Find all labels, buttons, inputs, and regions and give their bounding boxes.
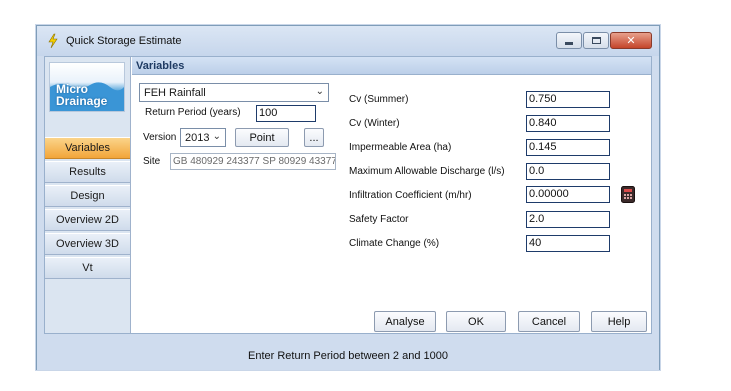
close-button[interactable]: ✕ — [610, 32, 652, 49]
maximize-icon — [591, 37, 601, 44]
quick-storage-estimate-window: Quick Storage Estimate ✕ Micro Drainage … — [36, 25, 660, 370]
window-controls: ✕ — [555, 32, 652, 49]
infiltration-coefficient-label: Infiltration Coefficient (m/hr) — [349, 190, 472, 201]
minimize-icon — [565, 42, 573, 45]
dialog-body: Micro Drainage Variables Results Design … — [44, 56, 652, 334]
cv-summer-label: Cv (Summer) — [349, 94, 409, 105]
return-period-label: Return Period (years) — [145, 107, 241, 118]
close-icon: ✕ — [626, 35, 636, 47]
title-bar[interactable]: Quick Storage Estimate ✕ — [37, 26, 659, 56]
status-bar: Enter Return Period between 2 and 1000 — [37, 342, 659, 370]
max-discharge-input[interactable]: 0.0 — [526, 163, 610, 180]
analyse-button[interactable]: Analyse — [374, 311, 436, 332]
nav-variables[interactable]: Variables — [45, 137, 130, 159]
help-button[interactable]: Help — [591, 311, 647, 332]
lightning-icon — [48, 33, 58, 49]
version-value: 2013 — [185, 131, 210, 144]
chevron-down-icon: ⌄ — [315, 86, 324, 97]
return-period-input[interactable]: 100 — [256, 105, 316, 122]
cv-summer-input[interactable]: 0.750 — [526, 91, 610, 108]
infiltration-coefficient-input[interactable]: 0.00000 — [526, 186, 610, 203]
variables-panel: Variables FEH Rainfall ⌄ Return Period (… — [132, 57, 651, 333]
climate-change-label: Climate Change (%) — [349, 238, 440, 249]
point-button[interactable]: Point — [235, 128, 289, 147]
nav-overview-2d[interactable]: Overview 2D — [45, 209, 130, 231]
nav-vt[interactable]: Vt — [45, 257, 130, 279]
impermeable-area-label: Impermeable Area (ha) — [349, 142, 452, 153]
logo-text-line2: Drainage — [56, 94, 108, 108]
chevron-down-icon: ⌄ — [212, 131, 221, 142]
cv-winter-label: Cv (Winter) — [349, 118, 400, 129]
variables-header: Variables — [132, 57, 651, 75]
maximize-button[interactable] — [583, 32, 609, 49]
nav-design[interactable]: Design — [45, 185, 130, 207]
max-discharge-label: Maximum Allowable Discharge (l/s) — [349, 166, 505, 177]
rainfall-type-select[interactable]: FEH Rainfall ⌄ — [139, 83, 329, 102]
site-label: Site — [143, 156, 161, 167]
safety-factor-label: Safety Factor — [349, 214, 409, 225]
microdrainage-logo: Micro Drainage — [49, 62, 125, 112]
rainfall-type-value: FEH Rainfall — [144, 86, 206, 99]
version-label: Version — [143, 132, 177, 143]
cv-winter-input[interactable]: 0.840 — [526, 115, 610, 132]
site-input[interactable]: GB 480929 243377 SP 80929 43377 — [170, 153, 336, 170]
ok-button[interactable]: OK — [446, 311, 506, 332]
calculator-icon[interactable] — [621, 186, 635, 203]
version-select[interactable]: 2013 ⌄ — [180, 128, 226, 147]
logo-text: Micro Drainage — [56, 83, 107, 107]
safety-factor-input[interactable]: 2.0 — [526, 211, 610, 228]
nav-overview-3d[interactable]: Overview 3D — [45, 233, 130, 255]
climate-change-input[interactable]: 40 — [526, 235, 610, 252]
cancel-button[interactable]: Cancel — [518, 311, 580, 332]
sidebar: Micro Drainage Variables Results Design … — [45, 57, 131, 333]
minimize-button[interactable] — [556, 32, 582, 49]
status-message: Enter Return Period between 2 and 1000 — [248, 350, 448, 362]
window-title: Quick Storage Estimate — [66, 35, 182, 47]
nav-results[interactable]: Results — [45, 161, 130, 183]
ellipsis-button[interactable]: ... — [304, 128, 324, 147]
impermeable-area-input[interactable]: 0.145 — [526, 139, 610, 156]
